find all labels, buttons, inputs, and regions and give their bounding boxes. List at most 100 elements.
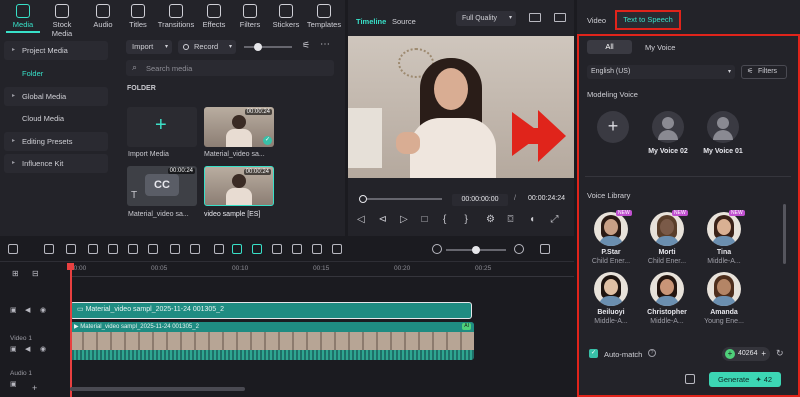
sidebar-item-influence-kit[interactable]: ▸ Influence Kit xyxy=(4,154,108,173)
import-dropdown[interactable]: Import ▾ xyxy=(126,40,172,54)
voice-avatar[interactable] xyxy=(707,212,741,246)
voice-avatar[interactable] xyxy=(650,212,684,246)
tab-source[interactable]: Source xyxy=(392,17,416,26)
sidebar-item-project-media[interactable]: ▸ Project Media xyxy=(4,41,108,60)
tab-media[interactable]: Media xyxy=(3,4,43,29)
camera-icon[interactable]: ⌼ xyxy=(508,214,514,225)
minus-zoom-icon[interactable] xyxy=(432,244,442,254)
tab-text-to-speech[interactable]: Text to Speech xyxy=(615,10,681,30)
track-lock-icon[interactable]: ▣ xyxy=(10,345,17,353)
tab-effects[interactable]: Effects xyxy=(194,4,234,29)
modeling-voice-avatar[interactable] xyxy=(707,111,739,143)
sidebar-item-editing-presets[interactable]: ▸ Editing Presets xyxy=(4,132,108,151)
grid-icon[interactable] xyxy=(540,244,550,254)
prev-frame-icon[interactable]: ◁ xyxy=(357,214,365,225)
split-audio-icon[interactable] xyxy=(252,244,262,254)
volume-icon[interactable]: ◖ xyxy=(529,214,535,225)
redo-icon[interactable] xyxy=(88,244,98,254)
credits-badge[interactable]: + 40264 + xyxy=(722,347,770,361)
tab-transitions[interactable]: Transitions xyxy=(156,4,196,29)
ai-audio-icon[interactable] xyxy=(232,244,242,254)
search-field[interactable]: ⌕ Search media xyxy=(126,60,334,76)
timeline-zoom-slider[interactable] xyxy=(446,246,506,254)
tab-filters[interactable]: Filters xyxy=(230,4,270,29)
track-eye-icon[interactable]: ◉ xyxy=(40,306,46,314)
keyframe-icon[interactable] xyxy=(292,244,302,254)
import-media-tile[interactable]: + xyxy=(127,107,197,147)
filter-my-voice[interactable]: My Voice xyxy=(645,43,675,52)
media-thumbnail[interactable]: 00:00:24 ✓ xyxy=(204,107,274,147)
detach-icon[interactable] xyxy=(332,244,342,254)
marker-icon[interactable] xyxy=(272,244,282,254)
language-dropdown[interactable]: English (US) ▾ xyxy=(587,65,735,79)
track-lock-icon[interactable]: ▣ xyxy=(10,380,17,388)
cut-icon[interactable] xyxy=(128,244,138,254)
audio-settings-icon[interactable] xyxy=(685,374,695,384)
filters-button[interactable]: ⚟ Filters xyxy=(741,65,787,79)
link-icon[interactable]: ⊟ xyxy=(32,269,39,278)
modeling-voice-avatar[interactable] xyxy=(652,111,684,143)
tab-audio[interactable]: Audio xyxy=(83,4,123,29)
mark-out-icon[interactable]: } xyxy=(465,214,468,225)
quality-dropdown[interactable]: Full Quality ▾ xyxy=(456,11,516,26)
timeline-add-icon[interactable]: + xyxy=(32,383,37,393)
plus-zoom-icon[interactable] xyxy=(514,244,524,254)
refresh-icon[interactable]: ↻ xyxy=(776,348,784,359)
track-audio-icon[interactable]: ◀ xyxy=(25,345,30,353)
speed-icon[interactable] xyxy=(190,244,200,254)
slider-handle[interactable] xyxy=(254,43,262,51)
scrubber-handle[interactable] xyxy=(359,195,367,203)
playback-scrubber[interactable] xyxy=(359,195,442,203)
title-clip[interactable]: ▭ Material_video sampl_2025-11-24 001305… xyxy=(70,302,472,319)
sidebar-item-global-media[interactable]: ▸ Global Media xyxy=(4,87,108,106)
delete-icon[interactable] xyxy=(108,244,118,254)
zoom-handle[interactable] xyxy=(472,246,480,254)
snapshot-icon[interactable] xyxy=(554,13,566,22)
generate-button[interactable]: Generate ✦ 42 xyxy=(709,372,781,387)
sidebar-item-folder[interactable]: Folder xyxy=(4,64,108,83)
playhead-handle[interactable] xyxy=(67,263,74,270)
filter-all-button[interactable]: All xyxy=(587,40,632,54)
undo-icon[interactable] xyxy=(66,244,76,254)
media-thumbnail-selected[interactable]: 00:00:24 xyxy=(204,166,274,206)
playhead[interactable] xyxy=(70,263,72,397)
sidebar-item-cloud-media[interactable]: Cloud Media xyxy=(4,109,108,128)
more-tools-icon[interactable] xyxy=(214,244,224,254)
voice-avatar[interactable] xyxy=(707,272,741,306)
tab-titles[interactable]: Titles xyxy=(118,4,158,29)
play-icon[interactable]: ▷ xyxy=(400,214,408,225)
media-thumbnail[interactable]: CC T 00:00:24 xyxy=(127,166,197,206)
thumbnail-size-slider[interactable] xyxy=(244,43,292,51)
fullscreen-icon[interactable]: ⤢ xyxy=(551,214,559,225)
tab-timeline[interactable]: Timeline xyxy=(356,17,386,26)
voice-avatar[interactable] xyxy=(594,272,628,306)
voice-avatar[interactable] xyxy=(650,272,684,306)
tab-stickers[interactable]: Stickers xyxy=(266,4,306,29)
tab-templates[interactable]: Templates xyxy=(304,4,344,29)
auto-match-checkbox[interactable]: ✓ xyxy=(589,349,598,358)
filter-icon[interactable]: ⚟ xyxy=(302,40,310,51)
select-tool-icon[interactable] xyxy=(44,244,54,254)
more-options-icon[interactable]: ⋯ xyxy=(320,39,330,50)
crop-icon[interactable] xyxy=(170,244,180,254)
add-voice-button[interactable]: + xyxy=(597,111,629,143)
settings-icon[interactable]: ⚙ xyxy=(486,214,495,225)
layout-icon[interactable] xyxy=(8,244,18,254)
mark-in-icon[interactable]: { xyxy=(443,214,446,225)
voice-avatar[interactable] xyxy=(594,212,628,246)
track-eye-icon[interactable]: ◉ xyxy=(40,345,46,353)
help-icon[interactable]: ? xyxy=(648,349,656,357)
video-clip[interactable]: ▶ Material_video sampl_2025-11-24 001305… xyxy=(70,322,474,360)
panel-scrollbar[interactable] xyxy=(783,204,786,264)
voiceover-icon[interactable] xyxy=(312,244,322,254)
track-audio-icon[interactable]: ◀ xyxy=(25,306,30,314)
text-tool-icon[interactable] xyxy=(148,244,158,254)
grid-view-icon[interactable] xyxy=(529,13,541,22)
tab-video[interactable]: Video xyxy=(587,16,606,25)
track-lock-icon[interactable]: ▣ xyxy=(10,306,17,314)
timeline-scrollbar[interactable] xyxy=(70,387,245,391)
add-track-icon[interactable]: ⊞ xyxy=(12,269,19,278)
step-back-icon[interactable]: ⊲ xyxy=(379,214,387,225)
timeline-ruler[interactable]: 00:00 00:05 00:10 00:15 00:20 00:25 xyxy=(70,263,574,277)
stop-icon[interactable]: □ xyxy=(422,214,428,225)
